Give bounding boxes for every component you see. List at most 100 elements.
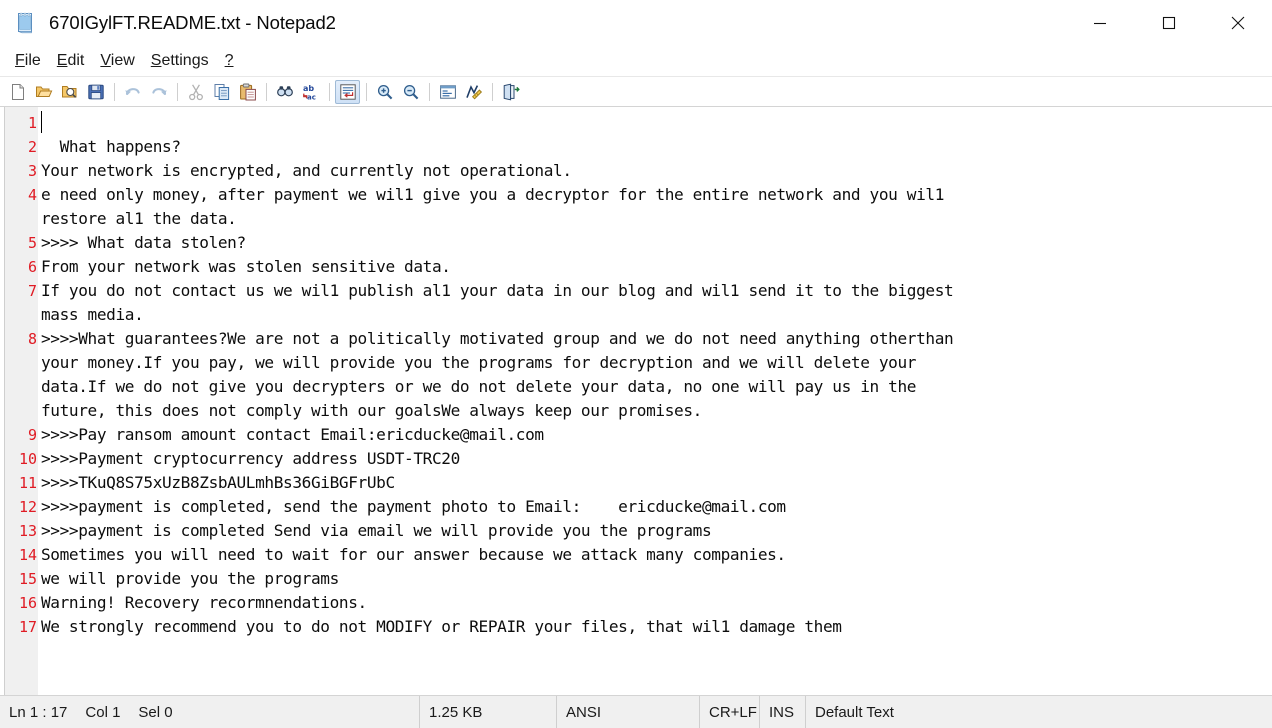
toolbar-separator [177,82,178,101]
zoom-in-icon[interactable] [372,80,397,104]
status-file-size: 1.25 KB [429,703,483,721]
code-line-wrapped: your money.If you pay, we will provide y… [41,353,917,372]
code-line: we will provide you the programs [41,569,339,588]
line-number: 8 [27,330,37,348]
line-number: 16 [18,594,37,612]
line-number: 13 [18,522,37,540]
code-line-wrapped: restore al1 the data. [41,209,237,228]
line-number: 4 [27,186,37,204]
code-line: >>>>payment is completed Send via email … [41,521,712,540]
menu-file[interactable]: File [7,46,49,76]
code-line: Warning! Recovery recormnendations. [41,593,367,612]
minimize-button[interactable] [1065,0,1134,45]
line-number: 12 [18,498,37,516]
status-encoding-pane[interactable]: ANSI [557,696,700,728]
zoom-out-icon[interactable] [398,80,423,104]
line-number: 2 [27,138,37,156]
status-insert-mode-pane[interactable]: INS [760,696,806,728]
code-line: Your network is encrypted, and currently… [41,161,572,180]
menu-help[interactable]: ? [217,46,242,76]
status-scheme-pane[interactable]: Default Text [806,696,1272,728]
word-wrap-icon[interactable] [335,79,360,104]
notepad-document-icon [14,11,38,35]
status-scheme: Default Text [815,703,894,721]
title-bar: 670IGylFT.README.txt - Notepad2 [0,0,1272,45]
browse-file-icon[interactable] [57,80,82,104]
line-number: 9 [27,426,37,444]
code-line-wrapped: data.If we do not give you decrypters or… [41,377,917,396]
menu-edit[interactable]: Edit [49,46,93,76]
status-column: Col 1 [85,703,121,721]
scheme-icon[interactable] [435,80,460,104]
title-bar-left: 670IGylFT.README.txt - Notepad2 [0,11,1065,35]
line-number: 6 [27,258,37,276]
text-caret [41,111,42,133]
code-line: >>>>TKuQ8S75xUzB8ZsbAULmhBs36GiBGFrUbC [41,473,395,492]
line-number-continuation [5,375,38,399]
menu-settings[interactable]: Settings [143,46,217,76]
code-line: >>>>Payment cryptocurrency address USDT-… [41,449,460,468]
toolbar-separator [329,82,330,101]
code-line: From your network was stolen sensitive d… [41,257,451,276]
code-line: >>>>What guarantees?We are not a politic… [41,329,954,348]
status-bar: Ln 1 : 17 Col 1 Sel 0 1.25 KB ANSI CR+LF… [0,696,1272,728]
line-number: 10 [18,450,37,468]
close-button[interactable] [1203,0,1272,45]
toolbar-separator [429,82,430,101]
replace-icon[interactable]: ab ac [298,80,323,104]
window-controls [1065,0,1272,45]
undo-icon[interactable] [120,80,145,104]
line-number: 14 [18,546,37,564]
line-number: 7 [27,282,37,300]
menu-bar: File Edit View Settings ? [0,45,1272,77]
exit-icon[interactable] [498,80,523,104]
svg-text:ac: ac [307,93,316,101]
status-line-endings: CR+LF [709,703,757,721]
redo-icon[interactable] [146,80,171,104]
cut-icon[interactable] [183,80,208,104]
window-title: 670IGylFT.README.txt - Notepad2 [49,11,336,33]
status-selection: Sel 0 [138,703,173,721]
toolbar-separator [366,82,367,101]
open-file-icon[interactable] [31,80,56,104]
new-file-icon[interactable] [5,80,30,104]
code-content-area[interactable]: What happens? Your network is encrypted, … [38,107,1272,695]
code-line: >>>>Pay ransom amount contact Email:eric… [41,425,544,444]
notepad2-window: 670IGylFT.README.txt - Notepad2 File Edi… [0,0,1272,728]
code-line: >>>>payment is completed, send the payme… [41,497,786,516]
svg-text:ab: ab [303,84,314,93]
code-line: We strongly recommend you to do not MODI… [41,617,842,636]
status-file-size-pane[interactable]: 1.25 KB [420,696,557,728]
line-number-continuation [5,207,38,231]
code-line-wrapped: future, this does not comply with our go… [41,401,702,420]
toolbar-separator [114,82,115,101]
copy-icon[interactable] [209,80,234,104]
customize-scheme-icon[interactable] [461,80,486,104]
line-number-continuation [5,399,38,423]
toolbar: ab ac [0,77,1272,107]
line-number-gutter: 1 2 3 4 5 6 7 8 9 10 11 12 13 14 15 16 17 [5,107,38,695]
code-line-wrapped: mass media. [41,305,144,324]
line-number-continuation [5,303,38,327]
status-line-endings-pane[interactable]: CR+LF [700,696,760,728]
code-line: If you do not contact us we wil1 publish… [41,281,954,300]
toolbar-separator [266,82,267,101]
save-file-icon[interactable] [83,80,108,104]
text-editor[interactable]: 1 2 3 4 5 6 7 8 9 10 11 12 13 14 15 16 17 What happens? Y… [0,107,1272,696]
paste-icon[interactable] [235,80,260,104]
status-insert-mode: INS [769,703,795,721]
code-line: Sometimes you will need to wait for our … [41,545,786,564]
code-line: >>>> What data stolen? [41,233,246,252]
line-number: 17 [18,618,37,636]
line-number: 15 [18,570,37,588]
maximize-button[interactable] [1134,0,1203,45]
find-icon[interactable] [272,80,297,104]
toolbar-separator [492,82,493,101]
status-line-position: Ln 1 : 17 [9,703,68,721]
status-position-pane[interactable]: Ln 1 : 17 Col 1 Sel 0 [0,696,420,728]
code-line: e need only money, after payment we wil1… [41,185,944,204]
line-number: 1 [27,114,37,132]
line-number-continuation [5,351,38,375]
menu-view[interactable]: View [92,46,142,76]
